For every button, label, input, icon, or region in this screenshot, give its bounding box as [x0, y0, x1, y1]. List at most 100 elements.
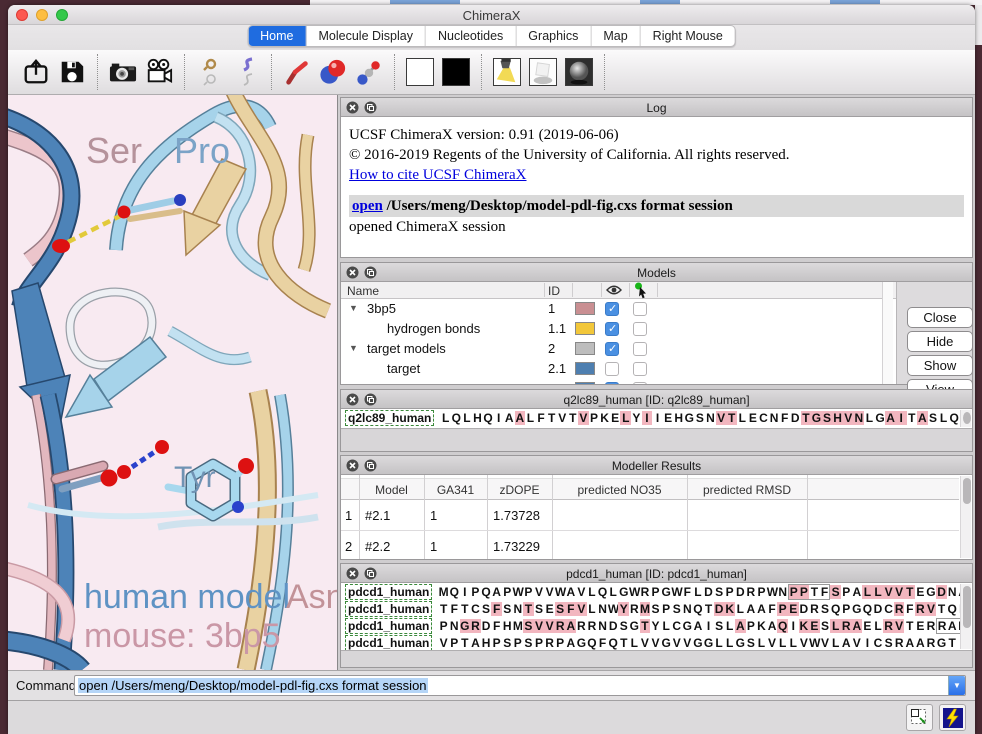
models-table-header: Name ID [341, 282, 896, 299]
fast-mode-button[interactable] [939, 704, 966, 731]
toolbar-separator [604, 54, 605, 90]
sequence-letters[interactable]: TFTCSFSNTSESFVLNWYRMSPSNQTDKLAAFPEDRSQPG… [438, 600, 968, 618]
white-background-button[interactable] [402, 53, 438, 91]
model-shown-checkbox[interactable] [605, 362, 619, 376]
model-shown-checkbox[interactable] [605, 322, 619, 336]
panel-title: Modeller Results [341, 459, 972, 473]
tree-expand-icon[interactable]: ▼ [349, 343, 358, 353]
model-shown-checkbox[interactable] [605, 302, 619, 316]
model-selected-checkbox[interactable] [633, 382, 647, 384]
models-scrollbar[interactable] [882, 282, 893, 384]
model-row[interactable] [341, 379, 896, 384]
model-row[interactable]: hydrogen bonds1.1 [341, 319, 896, 339]
modeller-table: Model GA341 zDOPE predicted NO35 predict… [341, 475, 972, 559]
command-bar: Command: open /Users/meng/Desktop/model-… [8, 670, 975, 700]
modeller-result-row[interactable]: 2 #2.2 1 1.73229 [341, 531, 959, 559]
shown-column-eye-icon [606, 284, 622, 299]
model-shown-checkbox[interactable] [605, 382, 619, 384]
sphere-style-button[interactable] [315, 53, 351, 91]
open-command-link[interactable]: open [352, 198, 383, 214]
model-color-swatch[interactable] [575, 302, 595, 315]
sequence-label[interactable]: pdcd1_human [345, 584, 432, 600]
models-show-button[interactable]: Show [907, 355, 973, 376]
tab-molecule-display[interactable]: Molecule Display [306, 26, 425, 46]
modeller-result-row[interactable]: 1 #2.1 1 1.73728 [341, 500, 959, 531]
model-name: target [387, 361, 420, 376]
model-shown-checkbox[interactable] [605, 342, 619, 356]
model-selected-checkbox[interactable] [633, 342, 647, 356]
graphics-viewport[interactable]: Ser Pro Tyr human model Asn mouse: 3bp5 [8, 95, 338, 670]
model-id: 2.1 [548, 361, 566, 376]
log-content[interactable]: UCSF ChimeraX version: 0.91 (2019-06-06)… [341, 117, 972, 257]
status-bar [8, 700, 975, 734]
model-color-swatch[interactable] [575, 382, 595, 384]
log-command-echo: open /Users/meng/Desktop/model-pdl-fig.c… [349, 195, 964, 217]
model-color-swatch[interactable] [575, 362, 595, 375]
command-input[interactable]: open /Users/meng/Desktop/model-pdl-fig.c… [74, 675, 966, 696]
sequence-letters[interactable]: LQLHQIAALFTVTVPKELYIIEHGSNVTLECNFDTGSHVN… [440, 409, 970, 427]
stick-style-button[interactable] [279, 53, 315, 91]
sequence-row: pdcd1_human TFTCSFSNTSESFVLNWYRMSPSNQTDKL… [341, 600, 972, 617]
ga341-cell: 1 [430, 539, 437, 554]
full-lighting-icon [565, 58, 593, 86]
column-header-id: ID [548, 284, 560, 298]
save-button[interactable] [54, 53, 90, 91]
snapshot-button[interactable] [105, 53, 141, 91]
modeller-results-panel: Modeller Results Model GA341 zDOPE predi… [340, 455, 973, 560]
column-header-zdope: zDOPE [487, 483, 552, 497]
sequence-label[interactable]: pdcd1_human [345, 618, 432, 634]
window-size-button[interactable] [906, 704, 933, 731]
row-number: 1 [345, 508, 352, 523]
sequence-letters[interactable]: MQIPQAPWPVVWAVLQLGWRPGWFLDSPDRPWNPPTFSPA… [438, 583, 968, 601]
soft-lighting-icon [529, 58, 557, 86]
full-lighting-button[interactable] [561, 53, 597, 91]
title-bar[interactable]: ChimeraX [8, 5, 975, 25]
sequence-label[interactable]: pdcd1_human [345, 635, 432, 651]
scrollbar-thumb[interactable] [963, 478, 971, 504]
model-row[interactable]: ▼3bp51 [341, 299, 896, 319]
show-hide-atoms-button[interactable] [192, 53, 228, 91]
model-selected-checkbox[interactable] [633, 362, 647, 376]
soft-lighting-button[interactable] [525, 53, 561, 91]
tab-nucleotides[interactable]: Nucleotides [426, 26, 516, 46]
sequence-row: q2lc89_human LQLHQIAALFTVTVPKELYIIEHGSNVT… [341, 409, 972, 427]
model-color-swatch[interactable] [575, 342, 595, 355]
log-panel: Log UCSF ChimeraX version: 0.91 (2019-06… [340, 97, 973, 258]
cite-link[interactable]: How to cite UCSF ChimeraX [349, 167, 527, 183]
tab-right-mouse[interactable]: Right Mouse [641, 26, 735, 46]
models-close-button[interactable]: Close [907, 307, 973, 328]
model-cell: #2.1 [365, 508, 390, 523]
window-size-icon [910, 708, 929, 727]
record-movie-icon [144, 58, 174, 86]
sequence-label[interactable]: pdcd1_human [345, 601, 432, 617]
tab-graphics[interactable]: Graphics [516, 26, 591, 46]
show-hide-cartoons-icon [234, 57, 258, 87]
scrollbar-thumb[interactable] [963, 586, 971, 628]
models-hide-button[interactable]: Hide [907, 331, 973, 352]
modeller-table-header: Model GA341 zDOPE predicted NO35 predict… [341, 478, 959, 500]
tree-expand-icon[interactable]: ▼ [349, 303, 358, 313]
simple-lighting-button[interactable] [489, 53, 525, 91]
model-row[interactable]: ▼target models2 [341, 339, 896, 359]
record-movie-button[interactable] [141, 53, 177, 91]
tab-home[interactable]: Home [248, 26, 306, 46]
model-selected-checkbox[interactable] [633, 322, 647, 336]
black-background-button[interactable] [438, 53, 474, 91]
scrollbar-thumb[interactable] [963, 412, 971, 424]
viewport-label-human-model: human model [84, 578, 290, 616]
model-color-swatch[interactable] [575, 322, 595, 335]
background-window-fragment [640, 0, 680, 4]
tab-map[interactable]: Map [591, 26, 640, 46]
sequence-label[interactable]: q2lc89_human [345, 410, 434, 426]
sequence-view[interactable]: pdcd1_human MQIPQAPWPVVWAVLQLGWRPGWFLDSPD… [341, 583, 972, 667]
model-row[interactable]: target 2.1 [341, 359, 896, 379]
models-table: Name ID ▼3bp51hydrogen bonds1.1▼target m… [341, 282, 897, 384]
sequence-letters[interactable]: PNGRDFHMSVVRARRNDSGTYLCGAISLAPKAQIKESLRA… [438, 617, 968, 635]
show-hide-cartoons-button[interactable] [228, 53, 264, 91]
sequence-view[interactable]: q2lc89_human LQLHQIAALFTVTVPKELYIIEHGSNVT… [341, 409, 972, 451]
ball-and-stick-style-button[interactable] [351, 53, 387, 91]
command-history-dropdown-button[interactable]: ▼ [948, 676, 965, 695]
open-button[interactable] [18, 53, 54, 91]
model-selected-checkbox[interactable] [633, 302, 647, 316]
viewport-label-asn: Asn [286, 578, 338, 616]
